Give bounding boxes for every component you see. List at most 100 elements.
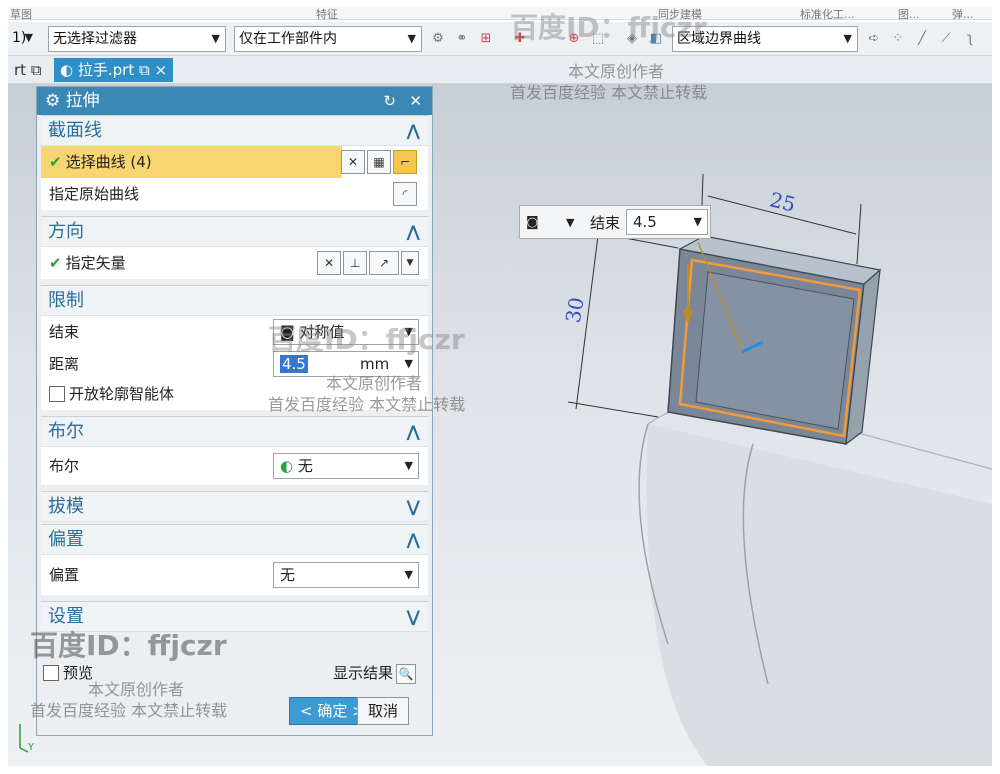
part-icon: ◐ (60, 61, 74, 79)
type-filter-dropdown[interactable]: 1) ▼ (8, 26, 38, 52)
cube-icon: ◙ (526, 215, 539, 230)
ribbon-tab-standard[interactable]: 标准化工... (800, 6, 855, 22)
point-icon[interactable]: ⊞ (478, 31, 494, 47)
selection-filter-dropdown[interactable]: 无选择过滤器 ▼ (48, 26, 226, 52)
magnifier-icon[interactable]: 🔍 (396, 664, 417, 684)
curve-select-icon[interactable]: ⌐ (393, 150, 417, 174)
vector-dialog-icon[interactable]: ⊥ (343, 251, 367, 275)
tab-handle-part[interactable]: ◐ 拉手.prt ⧉ × (54, 58, 174, 82)
section-draft-group: 拔模 ⋁ (41, 491, 428, 522)
sketch-section-icon[interactable]: ▦ (367, 150, 391, 174)
reverse-icon[interactable]: ✕ (341, 150, 365, 174)
watermark-line2: 首发百度经验 本文禁止转载 (30, 701, 228, 720)
reset-icon[interactable]: ↻ (383, 87, 396, 115)
section-limits-header[interactable]: 限制 (41, 286, 428, 316)
offset-row: 偏置 无 ▼ (41, 555, 428, 595)
section-offset-header[interactable]: 偏置 ⋀ (41, 525, 428, 555)
watermark-line2: 首发百度经验 本文禁止转载 (268, 395, 466, 414)
select-curve-label: 选择曲线 (4) (65, 153, 152, 171)
close-icon[interactable]: × (155, 61, 168, 79)
onscreen-end-input[interactable]: 4.5 ▼ (626, 209, 708, 235)
boolean-value: 无 (297, 457, 313, 475)
curve-icon[interactable]: ʅ (962, 31, 978, 47)
section-boolean-group: 布尔 ⋀ 布尔 ◐ 无 ▼ (41, 416, 428, 485)
tab-label: rt (14, 61, 27, 79)
section-curve-group: 截面线 ⋀ ✔ 选择曲线 (4) ✕ ▦ ⌐ 指定原始曲线 ◜ (41, 115, 428, 210)
link-icon[interactable]: ⚭ (454, 31, 470, 47)
selection-scope-dropdown[interactable]: 仅在工作部件内 ▼ (234, 26, 422, 52)
snap-icon[interactable]: ⚙ (430, 31, 446, 47)
boolean-row: 布尔 ◐ 无 ▼ (41, 447, 428, 485)
select-curve-row[interactable]: ✔ 选择曲线 (4) (41, 146, 342, 178)
section-curve-header[interactable]: 截面线 ⋀ (41, 116, 428, 146)
specify-origin-label: 指定原始曲线 (49, 185, 140, 203)
reverse-direction-icon[interactable]: ✕ (317, 251, 341, 275)
vector-type-icon[interactable]: ↗ (369, 251, 399, 275)
restore-icon[interactable]: ⧉ (139, 61, 150, 79)
origin-curve-icon[interactable]: ◜ (393, 182, 417, 206)
ribbon-tab-spring[interactable]: 弹... (952, 6, 974, 22)
onscreen-input: ◙ ▼ 结束 4.5 ▼ (519, 205, 711, 239)
boolean-icon: ◐ (280, 457, 294, 475)
watermark-line2: 首发百度经验 本文禁止转载 (510, 83, 708, 102)
chevron-up-icon[interactable]: ⋀ (407, 525, 420, 555)
cylinder-body (646, 424, 992, 766)
preview-row[interactable]: 预览 (43, 663, 93, 683)
section-offset-group: 偏置 ⋀ 偏置 无 ▼ (41, 524, 428, 595)
line2-icon[interactable]: ⟋ (938, 31, 954, 47)
chevron-down-icon[interactable]: ▼ (401, 251, 419, 275)
chevron-down-icon: ▼ (407, 32, 416, 45)
boolean-dropdown[interactable]: ◐ 无 ▼ (273, 453, 419, 479)
section-heading: 拔模 (48, 496, 84, 517)
chevron-down-icon[interactable]: ⋁ (407, 492, 420, 522)
watermark-id: 百度ID：ffjczr (510, 11, 707, 44)
section-heading: 方向 (48, 221, 84, 242)
chevron-down-icon: ▼ (404, 459, 413, 472)
close-icon[interactable]: ✕ (409, 87, 422, 115)
section-direction-group: 方向 ⋀ ✔ 指定矢量 ✕ ⊥ ↗ ▼ (41, 216, 428, 279)
specify-origin-row[interactable]: 指定原始曲线 ◜ (41, 178, 428, 210)
chevron-up-icon[interactable]: ⋀ (407, 417, 420, 447)
ribbon-strip: 草图 特征 同步建模 标准化工... 图... 弹... (8, 6, 992, 22)
watermark-id: 百度ID：ffjczr (30, 629, 227, 662)
specify-vector-row[interactable]: ✔ 指定矢量 ✕ ⊥ ↗ ▼ (41, 247, 428, 279)
ribbon-tab-feature[interactable]: 特征 (316, 6, 338, 22)
cancel-button[interactable]: 取消 (357, 697, 410, 725)
watermark-id: 百度ID：ffjczr (268, 323, 465, 356)
checkmark-icon: ✔ (49, 254, 62, 272)
selection-toolbar: 1) ▼ 无选择过滤器 ▼ 仅在工作部件内 ▼ ⚙ ⚭ ⊞ ✚ ⊕ ⬚ ◈ ◧ 区域边… (8, 22, 992, 56)
preview-checkbox[interactable] (43, 664, 59, 681)
section-direction-header[interactable]: 方向 ⋀ (41, 217, 428, 247)
open-profile-label: 开放轮廓智能体 (69, 385, 175, 403)
dim-ext-line (567, 401, 659, 418)
ribbon-tab-sketch[interactable]: 草图 (10, 6, 32, 22)
section-draft-header[interactable]: 拔模 ⋁ (41, 492, 428, 522)
chevron-down-icon: ▼ (24, 31, 33, 44)
tab-label: 拉手.prt (77, 61, 135, 79)
chevron-up-icon[interactable]: ⋀ (407, 217, 420, 247)
chevron-up-icon[interactable]: ⋀ (407, 116, 420, 146)
open-profile-checkbox[interactable] (49, 385, 65, 402)
onscreen-type-dropdown[interactable]: ◙ ▼ (526, 211, 586, 235)
chevron-down-icon: ▼ (211, 32, 220, 45)
section-heading: 布尔 (48, 421, 84, 442)
chevron-down-icon[interactable]: ⋁ (407, 602, 420, 632)
section-heading: 截面线 (48, 120, 102, 141)
section-heading: 偏置 (48, 529, 84, 550)
show-result-label: 显示结果 (333, 664, 394, 682)
offset-dropdown[interactable]: 无 ▼ (273, 562, 419, 588)
ribbon-tab-drawing[interactable]: 图... (898, 6, 920, 22)
arrow-right-icon[interactable]: ➪ (866, 31, 882, 47)
selection-scope-value: 仅在工作部件内 (239, 31, 337, 47)
show-result-row: 显示结果 🔍 (333, 661, 417, 685)
axis-y (19, 747, 29, 753)
dimension-height-label[interactable]: 30 (561, 295, 589, 324)
section-boolean-header[interactable]: 布尔 ⋀ (41, 417, 428, 447)
scatter-icon[interactable]: ⁘ (890, 31, 906, 47)
boolean-label: 布尔 (49, 457, 80, 475)
offset-value: 无 (280, 566, 296, 584)
chevron-down-icon: ▼ (693, 215, 702, 228)
restore-icon[interactable]: ⧉ (31, 61, 42, 79)
tab-previous-part[interactable]: rt ⧉ (8, 58, 48, 82)
line-icon[interactable]: ╱ (914, 31, 930, 47)
